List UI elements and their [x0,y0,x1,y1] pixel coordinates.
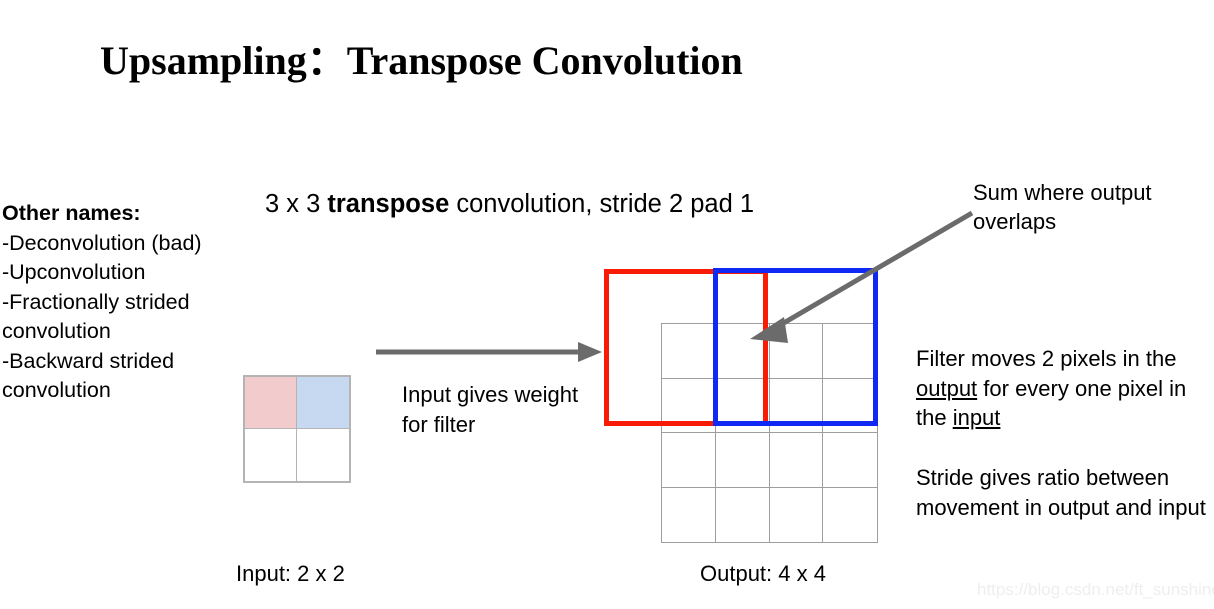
diagram-heading-post: convolution, stride 2 pad 1 [449,190,755,218]
input-caption: Input: 2 x 2 [236,561,345,586]
list-item: -Fractionally strided convolution [2,289,190,344]
output-cell-2-3 [823,433,877,488]
input-cell-0-1 [297,377,349,429]
diagram-heading-bold: transpose [327,190,450,218]
input-cell-0-0 [245,377,297,429]
output-cell-3-2 [770,487,824,542]
page-title: Upsampling：Transpose Convolution [100,38,743,83]
filter-note-underline-output: output [916,375,978,401]
filter-movement-note: Filter moves 2 pixels in the output for … [916,344,1206,433]
list-item: -Deconvolution (bad) [2,230,202,255]
output-cell-3-3 [823,488,877,543]
output-cell-3-1 [716,487,770,542]
stride-ratio-note: Stride gives ratio between movement in o… [916,465,1206,520]
output-cell-2-0 [662,433,716,488]
other-names-heading: Other names: [2,201,141,225]
output-cell-2-2 [769,433,824,488]
output-cell-2-1 [715,433,770,488]
list-item: -Upconvolution [2,260,146,284]
filter-note-underline-input: input [952,405,1001,430]
other-names-list: -Deconvolution (bad) -Upconvolution -Fra… [2,229,252,406]
other-names-block: Other names: -Deconvolution (bad) -Upcon… [2,199,252,406]
slide-canvas: Upsampling：Transpose Convolution Other n… [0,0,1214,609]
watermark: https://blog.csdn.net/ft_sunshine [977,580,1214,599]
input-cell-1-1 [297,429,349,481]
list-item: -Backward strided convolution [2,348,175,403]
input-to-output-arrow [376,342,602,362]
sum-overlap-note: Sum where output overlaps [973,180,1152,234]
sum-callout-arrow [750,210,974,343]
arrow-caption: Input gives weight for filter [402,382,579,437]
diagram-heading-pre: 3 x 3 [265,190,328,218]
output-caption: Output: 4 x 4 [700,561,826,586]
diagram-heading: 3 x 3 transpose convolution, stride 2 pa… [265,190,754,219]
input-cell-1-0 [245,429,297,481]
output-cell-3-0 [662,487,716,542]
input-grid [243,375,351,483]
